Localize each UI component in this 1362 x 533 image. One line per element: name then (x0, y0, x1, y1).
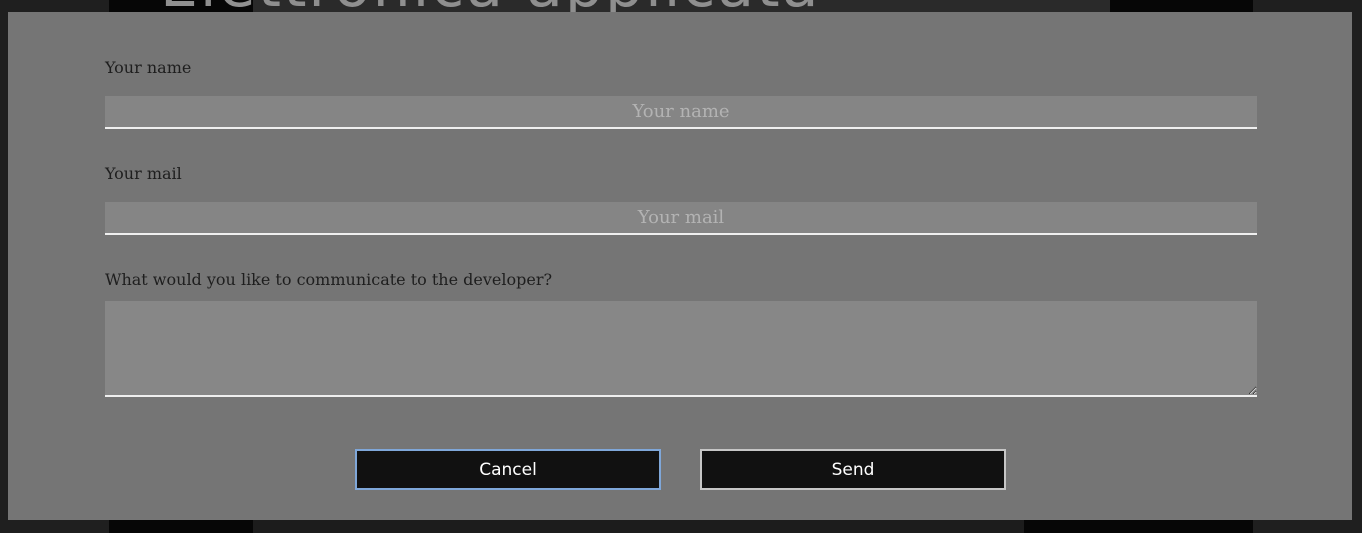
mail-input[interactable] (105, 202, 1257, 235)
name-label: Your name (105, 58, 192, 77)
feedback-dialog: Your name Your mail What would you like … (8, 12, 1352, 520)
mail-label: Your mail (105, 164, 182, 183)
cancel-button[interactable]: Cancel (355, 449, 661, 490)
background-page-heading: Elettronica applicata (160, 0, 820, 12)
name-input[interactable] (105, 96, 1257, 129)
message-textarea[interactable] (105, 301, 1257, 397)
send-button[interactable]: Send (700, 449, 1006, 490)
background-footer-panel (253, 520, 1024, 533)
message-label: What would you like to communicate to th… (105, 270, 553, 289)
